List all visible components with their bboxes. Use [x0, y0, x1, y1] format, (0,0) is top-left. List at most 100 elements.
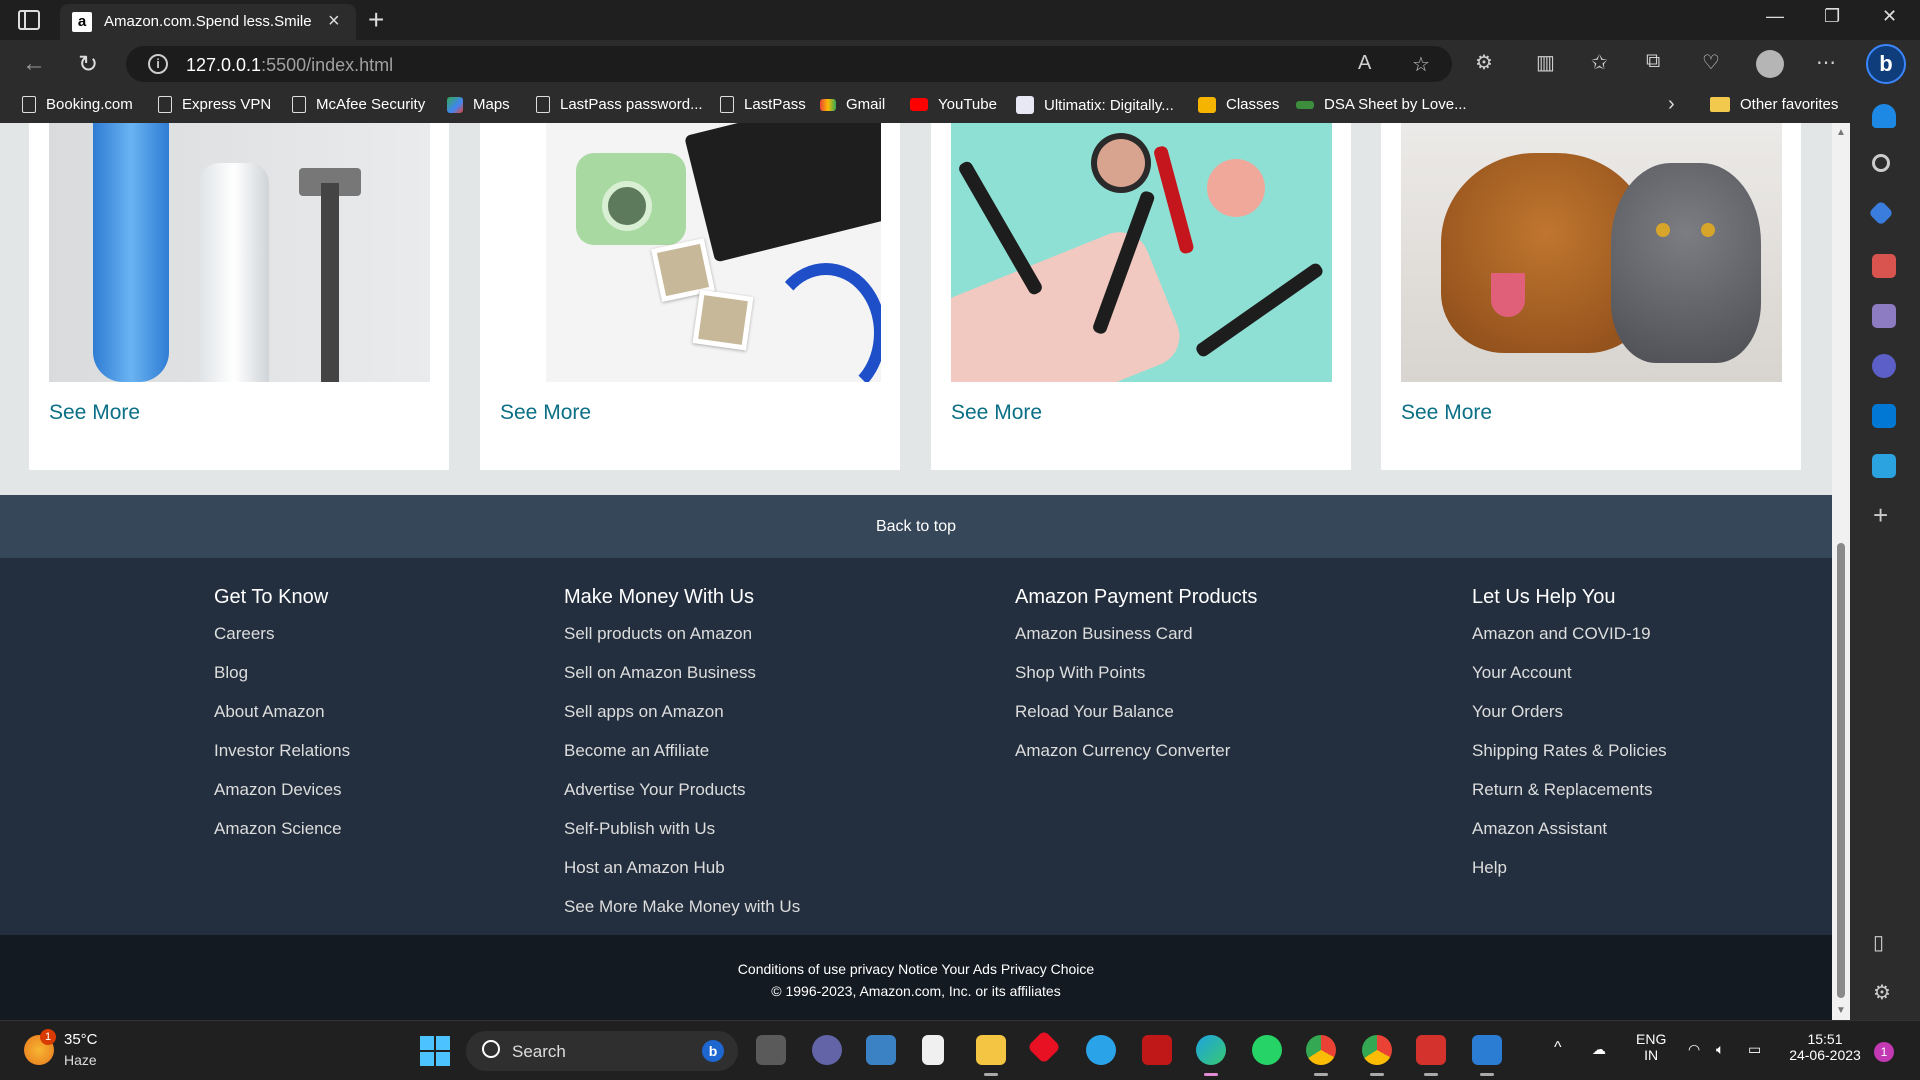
other-favorites-folder[interactable]: Other favorites	[1710, 96, 1838, 113]
shopping-tag-icon[interactable]	[1868, 200, 1894, 226]
weather-temperature[interactable]: 35°C	[64, 1031, 98, 1048]
scrollbar-thumb[interactable]	[1837, 543, 1845, 998]
footer-link[interactable]: Your Orders	[1472, 702, 1667, 741]
outlook-icon[interactable]	[1872, 404, 1896, 428]
teams-chat-icon[interactable]	[812, 1035, 842, 1065]
footer-link[interactable]: Shipping Rates & Policies	[1472, 741, 1667, 780]
new-tab-icon[interactable]: +	[368, 4, 384, 36]
games-icon[interactable]	[1872, 304, 1896, 328]
favorite-booking[interactable]: Booking.com	[22, 96, 133, 113]
favorites-icon[interactable]: ✩	[1591, 50, 1608, 75]
mcafee-icon[interactable]	[1142, 1035, 1172, 1065]
drop-icon[interactable]	[1872, 454, 1896, 478]
volume-icon[interactable]: 🔈︎	[1716, 1041, 1724, 1058]
whatsapp-icon[interactable]	[1252, 1035, 1282, 1065]
footer-link[interactable]: Investor Relations	[214, 741, 350, 780]
chevron-up-icon[interactable]: ^	[1554, 1039, 1562, 1057]
favorite-express-vpn[interactable]: Express VPN	[158, 96, 271, 113]
read-aloud-icon[interactable]: A	[1358, 52, 1371, 75]
anydesk-icon[interactable]	[1027, 1030, 1061, 1064]
see-more-link[interactable]: See More	[951, 401, 1042, 425]
favorite-gmail[interactable]: Gmail	[820, 96, 885, 113]
file-explorer-icon[interactable]	[976, 1035, 1006, 1065]
address-bar[interactable]: i 127.0.0.1:5500/index.html A ☆	[126, 46, 1452, 82]
site-info-icon[interactable]: i	[148, 54, 168, 74]
microsoft-365-icon[interactable]	[1872, 354, 1896, 378]
notification-center-badge[interactable]: 1	[1874, 1042, 1894, 1062]
battery-icon[interactable]: ▭	[1748, 1041, 1761, 1058]
tools-icon[interactable]	[1872, 254, 1896, 278]
dog-and-cat-image[interactable]	[1401, 123, 1782, 382]
footer-link[interactable]: Sell apps on Amazon	[564, 702, 800, 741]
close-window-icon[interactable]: ✕	[1882, 6, 1897, 27]
back-icon[interactable]: ←	[22, 50, 46, 78]
weather-description[interactable]: Haze	[64, 1052, 97, 1068]
favorite-lastpass-password[interactable]: LastPass password...	[536, 96, 703, 113]
collections-icon[interactable]: ⧉	[1646, 50, 1660, 73]
notepad-icon[interactable]	[922, 1035, 944, 1065]
legal-links[interactable]: Conditions of use privacy Notice Your Ad…	[0, 961, 1832, 977]
chrome-icon[interactable]	[1306, 1035, 1336, 1065]
footer-link[interactable]: Amazon Business Card	[1015, 624, 1257, 663]
footer-link[interactable]: Shop With Points	[1015, 663, 1257, 702]
clock[interactable]: 15:51 24-06-2023	[1786, 1031, 1864, 1063]
vscode-icon[interactable]	[1472, 1035, 1502, 1065]
restore-icon[interactable]: ❐	[1824, 6, 1840, 27]
url-text[interactable]: 127.0.0.1:5500/index.html	[186, 55, 393, 76]
favorite-classes[interactable]: Classes	[1198, 96, 1279, 113]
makeup-brushes-and-bag-image[interactable]	[951, 123, 1332, 382]
footer-link[interactable]: Reload Your Balance	[1015, 702, 1257, 741]
favorite-youtube[interactable]: YouTube	[910, 96, 997, 113]
scroll-up-icon[interactable]: ▲	[1836, 127, 1846, 138]
chrome-profile-icon[interactable]	[1362, 1035, 1392, 1065]
footer-link[interactable]: Self-Publish with Us	[564, 819, 800, 858]
search-icon[interactable]	[1872, 154, 1890, 172]
footer-link[interactable]: Become an Affiliate	[564, 741, 800, 780]
chevron-right-icon[interactable]: ›	[1668, 93, 1675, 116]
footer-link[interactable]: Advertise Your Products	[564, 780, 800, 819]
wps-office-icon[interactable]	[1416, 1035, 1446, 1065]
add-sidebar-app-icon[interactable]: +	[1873, 500, 1888, 531]
see-more-link[interactable]: See More	[1401, 401, 1492, 425]
footer-link[interactable]: Blog	[214, 663, 350, 702]
sidebar-settings-icon[interactable]: ⚙	[1873, 980, 1891, 1005]
more-menu-icon[interactable]: ⋯	[1816, 50, 1836, 75]
notification-bell-icon[interactable]	[1872, 104, 1896, 128]
active-tab[interactable]: a Amazon.com.Spend less.Smile more. ×	[60, 4, 356, 40]
microsoft-store-icon[interactable]	[866, 1035, 896, 1065]
footer-link[interactable]: Host an Amazon Hub	[564, 858, 800, 897]
footer-link[interactable]: Amazon Devices	[214, 780, 350, 819]
footer-link[interactable]: Help	[1472, 858, 1667, 897]
see-more-link[interactable]: See More	[49, 401, 140, 425]
page-scrollbar[interactable]: ▲ ▼	[1832, 123, 1850, 1020]
favorite-ultimatix[interactable]: Ultimatix: Digitally...	[1016, 96, 1174, 114]
edge-beta-icon[interactable]	[1086, 1035, 1116, 1065]
favorite-mcafee[interactable]: McAfee Security	[292, 96, 425, 113]
scroll-down-icon[interactable]: ▼	[1836, 1005, 1846, 1016]
edge-browser-icon[interactable]	[1196, 1035, 1226, 1065]
task-view-icon[interactable]	[756, 1035, 786, 1065]
refresh-icon[interactable]: ↻	[78, 50, 98, 79]
footer-link[interactable]: Careers	[214, 624, 350, 663]
tab-actions-icon[interactable]	[18, 10, 40, 30]
footer-link[interactable]: About Amazon	[214, 702, 350, 741]
minimize-icon[interactable]: —	[1766, 6, 1784, 27]
close-tab-icon[interactable]: ×	[328, 10, 340, 33]
footer-link[interactable]: Amazon Assistant	[1472, 819, 1667, 858]
windows-start-icon[interactable]	[420, 1036, 450, 1066]
back-to-top-button[interactable]: Back to top	[0, 495, 1832, 558]
extensions-icon[interactable]: ⚙	[1475, 50, 1493, 75]
footer-link[interactable]: Amazon Science	[214, 819, 350, 858]
bing-chat-icon[interactable]: b	[1866, 44, 1906, 84]
footer-link[interactable]: See More Make Money with Us	[564, 897, 800, 936]
footer-link[interactable]: Amazon Currency Converter	[1015, 741, 1257, 780]
taskbar-search[interactable]: Search b	[466, 1031, 738, 1071]
footer-link[interactable]: Sell products on Amazon	[564, 624, 800, 663]
footer-link[interactable]: Your Account	[1472, 663, 1667, 702]
see-more-link[interactable]: See More	[500, 401, 591, 425]
razor-and-grooming-products-image[interactable]	[49, 123, 430, 382]
split-screen-icon[interactable]: ▥	[1536, 50, 1555, 75]
instant-camera-and-photos-image[interactable]	[546, 123, 881, 382]
favorite-lastpass[interactable]: LastPass	[720, 96, 806, 113]
onedrive-icon[interactable]: ☁	[1592, 1041, 1606, 1058]
